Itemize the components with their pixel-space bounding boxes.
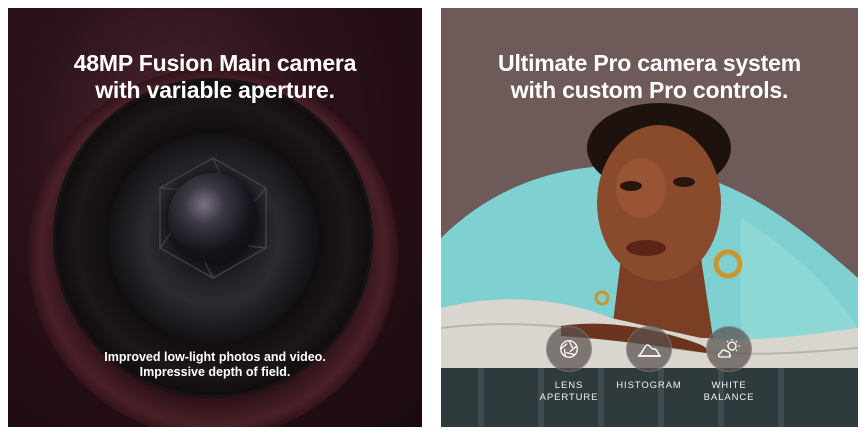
control-lens-aperture[interactable]: LENS APERTURE [524, 326, 614, 404]
card-caption: Improved low-light photos and video. Imp… [8, 350, 422, 380]
headline-line: with custom Pro controls. [510, 77, 789, 103]
control-label: LENS APERTURE [539, 380, 599, 403]
pro-camera-card[interactable]: Ultimate Pro camera system with custom P… [441, 8, 858, 427]
control-histogram[interactable]: HISTOGRAM [604, 326, 694, 392]
histogram-icon [637, 344, 661, 357]
control-button[interactable] [706, 326, 752, 372]
lens-glass [168, 173, 258, 263]
sun-cloud-icon [717, 339, 740, 358]
headline-line: 48MP Fusion Main camera [73, 50, 357, 76]
headline-line: Ultimate Pro camera system [498, 50, 801, 76]
control-white-balance[interactable]: WHITE BALANCE [684, 326, 774, 404]
card-headline: 48MP Fusion Main camera with variable ap… [8, 50, 422, 104]
control-label: WHITE BALANCE [703, 380, 755, 403]
caption-line: Improved low-light photos and video. [104, 350, 326, 364]
aperture-icon [560, 340, 578, 358]
caption-line: Impressive depth of field. [139, 365, 291, 379]
card-headline: Ultimate Pro camera system with custom P… [441, 50, 858, 104]
control-label: HISTOGRAM [616, 380, 682, 391]
headline-line: with variable aperture. [95, 77, 335, 103]
camera-feature-card[interactable]: 48MP Fusion Main camera with variable ap… [8, 8, 422, 427]
control-button[interactable] [626, 326, 672, 372]
control-button[interactable] [546, 326, 592, 372]
